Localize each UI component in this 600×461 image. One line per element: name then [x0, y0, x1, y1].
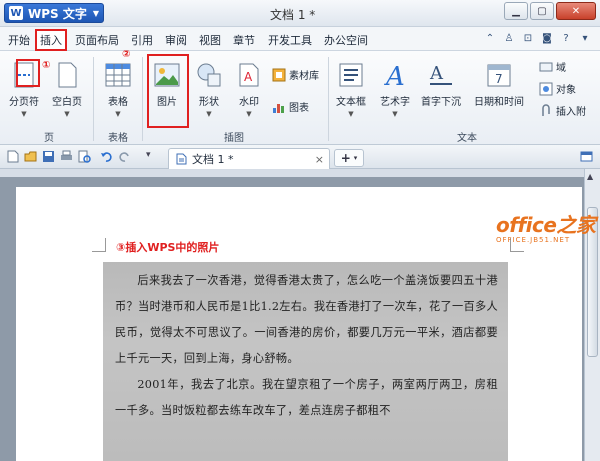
watermark-button[interactable]: A 水印 ▼	[236, 61, 262, 118]
title-bar: W WPS 文字 ▼ 文档 1 * ▁ ▢ ✕	[0, 0, 600, 27]
object-button[interactable]: 对象	[539, 81, 576, 96]
group-divider	[93, 57, 94, 141]
wordart-button[interactable]: A 艺术字 ▼	[380, 61, 410, 118]
wps-logo-icon: W	[9, 6, 23, 20]
customize-toolbar-icon[interactable]: ▾	[146, 150, 159, 163]
minimize-button[interactable]: ▁	[504, 2, 528, 20]
chevron-down-icon: ▼	[115, 110, 121, 118]
illustration-group-label: 插图	[224, 133, 244, 144]
inserted-photo[interactable]: 后来我去了一次香港，觉得香港太贵了，怎么吃一个盖浇饭要四五十港币？当时港币和人民…	[103, 262, 508, 461]
attachment-icon	[539, 103, 553, 118]
watermark-brand: office之家	[496, 213, 596, 237]
tab-developer[interactable]: 开发工具	[266, 31, 314, 49]
photo-paragraph: 后来我去了一次香港，觉得香港太贵了，怎么吃一个盖浇饭要四五十港币？当时港币和人民…	[115, 274, 498, 365]
insert-picture-button[interactable]: 图片	[154, 61, 180, 108]
material-library-button[interactable]: 素材库	[272, 67, 319, 82]
chevron-down-icon: ▼	[21, 110, 27, 118]
svg-text:7: 7	[495, 72, 503, 86]
calendar-icon: 7	[486, 61, 512, 89]
tab-review[interactable]: 审阅	[163, 31, 189, 49]
maximize-button[interactable]: ▢	[530, 2, 554, 20]
chart-icon	[272, 100, 286, 114]
photo-paragraph: 2001年，我去了北京。我在望京租了一个房子，两室两厅两卫，房租一千多。当时饭粒…	[115, 378, 498, 417]
page-group-label: 页	[44, 133, 54, 144]
tab-chapter[interactable]: 章节	[231, 31, 257, 49]
new-document-icon[interactable]	[6, 150, 19, 163]
window-title: 文档 1 *	[270, 8, 316, 22]
step-one-highlight	[16, 59, 40, 87]
redo-icon[interactable]	[118, 150, 131, 163]
step-three-annotation: ③插入WPS中的照片	[116, 241, 220, 254]
tab-home[interactable]: 开始	[6, 31, 32, 49]
undo-icon[interactable]	[100, 150, 113, 163]
drop-cap-icon: A	[428, 61, 454, 89]
chart-button[interactable]: 图表	[272, 99, 309, 114]
step-one-marker: ①	[42, 60, 51, 71]
textbox-icon	[338, 61, 364, 89]
object-icon	[539, 82, 553, 96]
scroll-up-icon[interactable]: ▲	[587, 172, 593, 181]
date-time-button[interactable]: 7 日期和时间	[474, 61, 524, 108]
table-button[interactable]: 表格 ▼	[105, 61, 131, 118]
group-divider	[142, 57, 143, 141]
wps-cloud-icon[interactable]: ◙	[540, 31, 554, 45]
print-preview-icon[interactable]	[78, 150, 91, 163]
picture-icon	[154, 61, 180, 89]
chevron-down-icon: ▼	[392, 110, 398, 118]
wordart-icon: A	[382, 61, 408, 89]
save-icon[interactable]	[42, 150, 55, 163]
open-folder-icon[interactable]	[24, 150, 37, 163]
chevron-down-icon: ▼	[348, 110, 354, 118]
svg-text:A: A	[384, 62, 405, 88]
table-icon	[105, 61, 131, 89]
print-icon[interactable]	[60, 150, 73, 163]
watermark-icon: A	[236, 61, 262, 89]
arrow-up-icon[interactable]: ⌃	[483, 31, 497, 45]
app-menu-button[interactable]: W WPS 文字 ▼	[4, 3, 104, 23]
help-icon[interactable]: ?	[559, 31, 573, 45]
table-group-label: 表格	[108, 133, 128, 144]
chevron-down-icon: ▾	[353, 154, 358, 162]
document-tab-bar: ▾ 文档 1 * × + ▾	[0, 145, 600, 169]
blank-page-icon	[54, 61, 80, 89]
chevron-down-icon: ▼	[246, 110, 252, 118]
share-icon[interactable]: ⊡	[521, 31, 535, 45]
tab-view[interactable]: 视图	[197, 31, 223, 49]
chevron-down-icon[interactable]: ▾	[578, 31, 592, 45]
ribbon: 分页符 ▼ 空白页 ▼ ① 页 表格 ▼ ② 表格 图片 形状 ▼ A 水印 ▼…	[0, 49, 600, 145]
field-icon	[539, 60, 553, 74]
window-layout-icon[interactable]	[580, 150, 593, 163]
site-watermark: office之家 OFFICE.JB51.NET	[496, 209, 596, 244]
shape-button[interactable]: 形状 ▼	[196, 61, 222, 118]
tab-document-1[interactable]: 文档 1 * ×	[168, 148, 330, 169]
tab-insert[interactable]: 插入	[35, 29, 67, 51]
app-name: WPS 文字	[28, 6, 87, 21]
document-icon	[175, 153, 187, 165]
shapes-icon	[196, 61, 222, 89]
close-tab-icon[interactable]: ×	[315, 153, 324, 166]
menu-bar: 开始 插入 页面布局 引用 审阅 视图 章节 开发工具 办公空间 ⌃ ♙ ⊡ ◙…	[0, 27, 600, 51]
insert-attachment-button[interactable]: 插入附	[539, 103, 586, 118]
margin-corner-mark	[92, 238, 106, 252]
chevron-down-icon: ▼	[206, 110, 212, 118]
skin-icon[interactable]: ♙	[502, 31, 516, 45]
field-button[interactable]: 域	[539, 59, 566, 74]
text-group-label: 文本	[457, 133, 477, 144]
svg-text:A: A	[244, 70, 253, 84]
textbox-button[interactable]: 文本框 ▼	[336, 61, 366, 118]
close-window-button[interactable]: ✕	[556, 2, 596, 20]
horizontal-ruler	[0, 169, 584, 177]
svg-text:A: A	[429, 63, 444, 84]
new-tab-button[interactable]: + ▾	[334, 149, 364, 167]
drop-cap-button[interactable]: A 首字下沉	[421, 61, 461, 108]
group-divider	[328, 57, 329, 141]
chevron-down-icon: ▼	[64, 110, 70, 118]
blank-page-button[interactable]: 空白页 ▼	[52, 61, 82, 118]
step-two-marker: ②	[122, 49, 131, 60]
material-library-icon	[272, 68, 286, 82]
tab-office-space[interactable]: 办公空间	[322, 31, 370, 49]
tab-references[interactable]: 引用	[129, 31, 155, 49]
chevron-down-icon: ▼	[92, 8, 99, 18]
tab-page-layout[interactable]: 页面布局	[73, 31, 121, 49]
